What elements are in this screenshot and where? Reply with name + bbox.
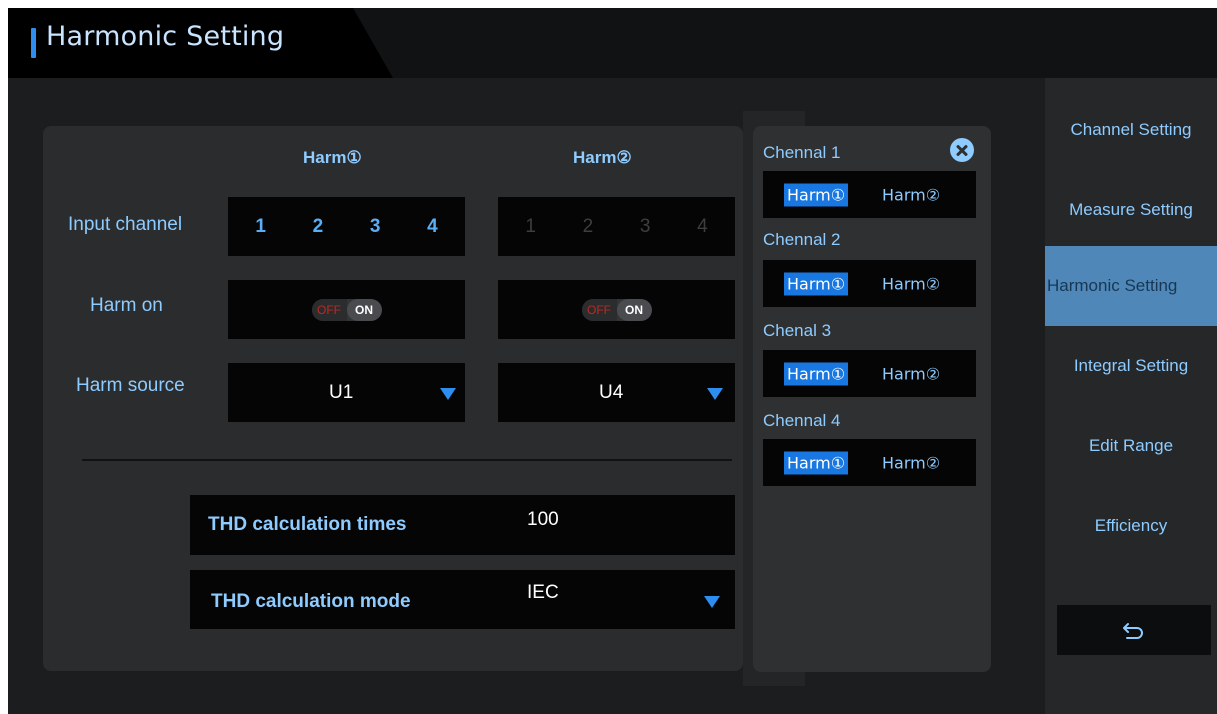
screen: Harmonic Setting Channel Setting Measure… [8, 8, 1217, 714]
harm2-channel-4[interactable]: 4 [697, 216, 708, 238]
harm-source-label: Harm source [76, 375, 185, 396]
channel-4-harm2-option[interactable]: Harm② [879, 451, 943, 474]
sidebar-item-measure-setting[interactable]: Measure Setting [1045, 170, 1217, 250]
toggle-off-label: OFF [581, 298, 617, 321]
channel-3-harm-select: Harm① Harm② [763, 350, 976, 397]
harm1-channel-2[interactable]: 2 [313, 216, 324, 238]
close-icon[interactable] [950, 138, 974, 162]
undo-arrow-icon [1123, 623, 1143, 639]
channel-2-harm1-option[interactable]: Harm① [784, 272, 849, 295]
sidebar-item-channel-setting[interactable]: Channel Setting [1045, 90, 1217, 170]
sidebar-item-edit-range[interactable]: Edit Range [1045, 406, 1217, 486]
harm2-on-cell: OFF ON [498, 280, 735, 339]
channel-1-harm2-option[interactable]: Harm② [879, 183, 943, 206]
toggle-on-label: ON [346, 298, 382, 321]
dropdown-arrow-icon [707, 388, 723, 400]
thd-mode-label: THD calculation mode [211, 591, 411, 612]
harm1-channel-4[interactable]: 4 [427, 216, 438, 238]
dropdown-arrow-icon [440, 388, 456, 400]
sidebar-item-harmonic-setting[interactable]: Harmonic Setting [1045, 246, 1217, 326]
thd-mode-value: IEC [527, 582, 559, 603]
harm2-source-value: U4 [599, 381, 624, 403]
column-header-harm2: Harm② [573, 148, 632, 167]
harm1-channel-1[interactable]: 1 [255, 216, 266, 238]
harm1-channel-3[interactable]: 3 [370, 216, 381, 238]
channel-3-harm2-option[interactable]: Harm② [879, 362, 943, 385]
harm1-source-select[interactable]: U1 [228, 363, 465, 422]
channel-2-harm2-option[interactable]: Harm② [879, 272, 943, 295]
channel-1-harm1-option[interactable]: Harm① [784, 183, 849, 206]
toggle-on-label: ON [616, 298, 652, 321]
sidebar-item-efficiency[interactable]: Efficiency [1045, 486, 1217, 566]
channel-3-harm1-option[interactable]: Harm① [784, 362, 849, 385]
harm2-on-toggle[interactable]: OFF ON [581, 298, 652, 321]
dropdown-arrow-icon [704, 596, 720, 608]
input-channel-label: Input channel [68, 214, 183, 235]
section-divider [82, 459, 732, 461]
channel-4-label: Chennal 4 [763, 411, 841, 430]
column-header-harm1: Harm① [303, 148, 362, 167]
thd-times-value: 100 [527, 509, 559, 530]
channel-4-harm1-option[interactable]: Harm① [784, 451, 849, 474]
channel-3-label: Chenal 3 [763, 321, 832, 340]
thd-times-label: THD calculation times [208, 514, 407, 535]
channel-2-label: Chennal 2 [763, 230, 841, 249]
channel-2-harm-select: Harm① Harm② [763, 260, 976, 307]
toggle-off-label: OFF [311, 298, 347, 321]
harm-on-label: Harm on [90, 295, 163, 316]
title-bar: Harmonic Setting [8, 8, 1217, 78]
harm1-on-toggle[interactable]: OFF ON [311, 298, 382, 321]
harm2-source-select[interactable]: U4 [498, 363, 735, 422]
sidebar: Channel Setting Measure Setting Harmonic… [1045, 78, 1217, 714]
channel-1-harm-select: Harm① Harm② [763, 171, 976, 218]
thd-times-field[interactable]: THD calculation times 100 [190, 495, 735, 555]
harm1-channel-selector: 1 2 3 4 [228, 197, 465, 256]
harm1-source-value: U1 [329, 381, 354, 403]
harm2-channel-3[interactable]: 3 [640, 216, 651, 238]
harm2-channel-selector: 1 2 3 4 [498, 197, 735, 256]
page-title: Harmonic Setting [46, 21, 285, 52]
channel-harm-popup: Chennal 1 Harm① Harm② Chennal 2 Harm① Ha… [753, 126, 991, 672]
title-accent-bar [31, 28, 36, 58]
back-button[interactable] [1057, 605, 1211, 655]
harm2-channel-2[interactable]: 2 [583, 216, 594, 238]
harm2-channel-1[interactable]: 1 [525, 216, 536, 238]
channel-1-label: Chennal 1 [763, 143, 841, 162]
channel-4-harm-select: Harm① Harm② [763, 439, 976, 486]
harm1-on-cell: OFF ON [228, 280, 465, 339]
sidebar-item-integral-setting[interactable]: Integral Setting [1045, 326, 1217, 406]
thd-mode-select[interactable]: THD calculation mode IEC [190, 570, 735, 629]
